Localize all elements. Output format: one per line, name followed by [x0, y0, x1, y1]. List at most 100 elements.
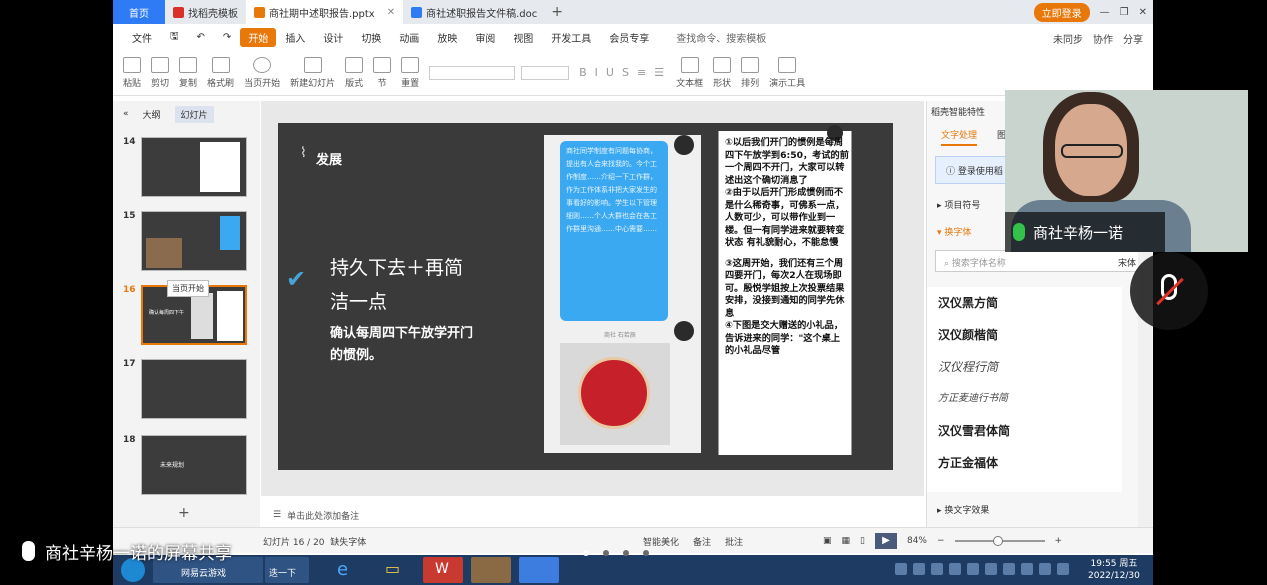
font-item[interactable]: 方正麦迪行书简 — [927, 383, 1122, 415]
zoom-value[interactable]: 84% — [907, 536, 927, 546]
tray-icon[interactable] — [967, 563, 979, 575]
menu-file[interactable]: 文件 — [123, 30, 161, 45]
slide-thumb-row[interactable]: 17 — [123, 359, 247, 419]
align-icon[interactable]: ≡ — [637, 66, 646, 79]
underline-icon[interactable]: U — [606, 66, 614, 79]
notes-bar[interactable]: ☰ 单击此处添加备注 — [261, 505, 924, 525]
chat-screenshot[interactable]: 商社同学制度有问题每协商，提出有人会来找我的。今个工作制度……介绍一下工作群，作… — [544, 135, 701, 453]
tray-icon[interactable] — [931, 563, 943, 575]
tray-icon[interactable] — [895, 563, 907, 575]
section-button[interactable]: 节 — [373, 56, 392, 89]
command-search[interactable]: 查找命令、搜索模板 — [658, 30, 775, 45]
slide-thumb-row[interactable]: 18 未来规划 — [123, 435, 247, 495]
menu-view[interactable]: 视图 — [504, 30, 542, 45]
zoom-in-icon[interactable]: + — [1055, 536, 1063, 546]
font-item[interactable]: 汉仪雪君体简 — [927, 415, 1122, 447]
arrange-button[interactable]: 排列 — [741, 56, 759, 89]
undo-icon[interactable]: ↶ — [188, 32, 214, 43]
tab-slides[interactable]: 幻灯片 — [174, 105, 214, 123]
menu-vip[interactable]: 会员专享 — [600, 30, 658, 45]
close-icon[interactable]: ✕ — [387, 7, 395, 18]
cut-button[interactable]: 剪切 — [151, 56, 169, 89]
slide-title[interactable]: 发展 — [316, 149, 342, 168]
bold-icon[interactable]: B — [579, 66, 587, 79]
taskbar-item-2[interactable]: 迭一下 — [265, 557, 309, 583]
notes-button[interactable]: 备注 — [693, 535, 711, 548]
tray-icon[interactable] — [985, 563, 997, 575]
font-family-select[interactable] — [429, 65, 516, 80]
folder-icon[interactable]: ▭ — [375, 557, 415, 583]
slide-thumb-row[interactable]: 14 — [123, 137, 247, 197]
tab-outline[interactable]: 大纲 — [143, 108, 161, 121]
menu-home[interactable]: 开始 — [240, 27, 277, 47]
zoom-slider[interactable] — [954, 536, 1045, 546]
collab-button[interactable]: 协作 — [1093, 31, 1113, 46]
clock[interactable]: 19:55 周五 2022/12/30 — [1088, 558, 1140, 582]
save-icon[interactable]: 🖫 — [161, 29, 188, 46]
menu-devtools[interactable]: 开发工具 — [542, 30, 600, 45]
tray-icon[interactable] — [1057, 563, 1069, 575]
slide-thumbnail[interactable] — [141, 137, 247, 197]
section-text-effect[interactable]: ▸ 换文字效果 — [937, 503, 989, 516]
page-dot[interactable] — [603, 550, 609, 556]
missing-font[interactable]: 缺失字体 — [330, 538, 366, 548]
menu-transition[interactable]: 切换 — [352, 30, 390, 45]
slide-thumbnail[interactable]: 未来规划 — [141, 435, 247, 495]
redo-icon[interactable]: ↷ — [214, 32, 240, 43]
mute-button[interactable] — [1130, 252, 1208, 330]
share-button[interactable]: 分享 — [1123, 31, 1143, 46]
login-button[interactable]: 立即登录 — [1033, 3, 1090, 22]
page-dot[interactable] — [623, 550, 629, 556]
tab-home[interactable]: 首页 — [113, 0, 165, 24]
slideshow-play-icon[interactable]: ▶ — [874, 533, 897, 549]
reset-button[interactable]: 重置 — [401, 56, 419, 89]
page-dot[interactable] — [643, 550, 649, 556]
copy-button[interactable]: 复制 — [179, 56, 197, 89]
grid-view-icon[interactable]: ▦ — [842, 536, 851, 546]
app-icon[interactable] — [471, 557, 511, 583]
strike-icon[interactable]: S — [622, 66, 629, 79]
present-tools-button[interactable]: 演示工具 — [769, 56, 805, 89]
font-search-input[interactable]: ⌕ 搜索字体名称 宋体 — [935, 250, 1145, 272]
zoom-knob[interactable] — [992, 536, 1003, 546]
ie-icon[interactable]: e — [327, 557, 367, 583]
slide-thumbnail[interactable] — [141, 359, 247, 419]
close-window-icon[interactable]: ✕ — [1139, 7, 1147, 18]
font-item[interactable]: 方正金福体 — [927, 447, 1122, 479]
format-painter-button[interactable]: 格式刷 — [207, 56, 234, 89]
collapse-icon[interactable]: « — [123, 109, 129, 119]
new-tab-icon[interactable]: + — [551, 4, 563, 20]
slide-sub-text[interactable]: 确认每周四下午放学开门 的惯例。 — [330, 323, 530, 367]
slide-thumb-row[interactable]: 15 — [123, 211, 247, 271]
font-item[interactable]: 汉仪程行简 — [927, 351, 1122, 383]
menu-insert[interactable]: 插入 — [276, 30, 314, 45]
slide[interactable]: ⌇ 发展 ✔ 持久下去＋再简 洁一点 确认每周四下午放学开门 的惯例。 商社同学… — [278, 123, 893, 470]
tray-icon[interactable] — [1021, 563, 1033, 575]
meeting-icon[interactable] — [519, 557, 559, 583]
zoom-out-icon[interactable]: − — [937, 536, 945, 546]
menu-animation[interactable]: 动画 — [390, 30, 428, 45]
normal-view-icon[interactable]: ▣ — [823, 536, 832, 546]
menu-slideshow[interactable]: 放映 — [428, 30, 466, 45]
doc-screenshot[interactable]: ①以后我们开门的惯例是每周四下午放学到6:50，考试的前一个周四不开门，大家可以… — [718, 125, 852, 455]
add-slide-icon[interactable]: + — [178, 505, 190, 521]
new-slide-button[interactable]: 新建幻灯片 — [290, 56, 335, 89]
sync-status[interactable]: 未同步 — [1053, 31, 1083, 46]
reading-view-icon[interactable]: ▯ — [860, 536, 865, 546]
shape-button[interactable]: 形状 — [713, 56, 731, 89]
beautify-button[interactable]: 智能美化 — [643, 535, 679, 548]
font-item[interactable]: 汉仪颜楷简 — [927, 319, 1122, 351]
font-filter[interactable]: 宋体 — [1118, 256, 1136, 269]
tab-template[interactable]: 找稻壳模板 — [165, 0, 246, 24]
tray-icon[interactable] — [913, 563, 925, 575]
italic-icon[interactable]: I — [595, 66, 598, 79]
layout-button[interactable]: 版式 — [345, 56, 363, 89]
tab-doc[interactable]: 商社述职报告文件稿.doc — [403, 0, 545, 24]
paste-button[interactable]: 粘贴 — [123, 56, 141, 89]
list-icon[interactable]: ☰ — [654, 66, 664, 79]
textbox-button[interactable]: 文本框 — [676, 56, 703, 89]
tab-pptx[interactable]: 商社期中述职报告.pptx ✕ — [246, 0, 404, 24]
font-item[interactable]: 汉仪黑方简 — [927, 287, 1122, 319]
slide-thumbnail[interactable] — [141, 211, 247, 271]
tab-text-processing[interactable]: 文字处理 — [941, 128, 978, 146]
